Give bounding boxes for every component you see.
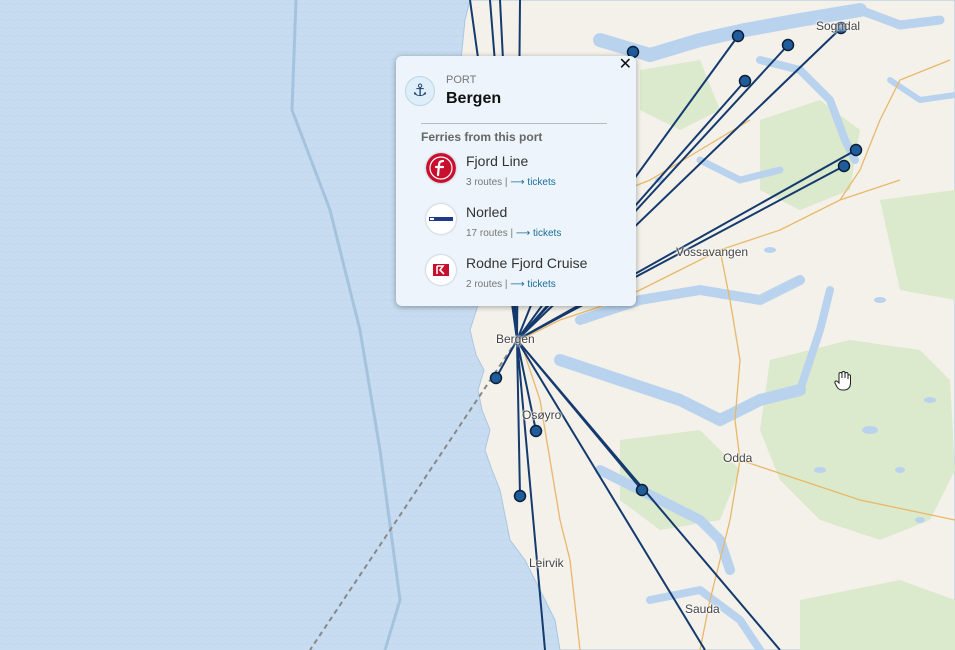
port-marker[interactable] bbox=[635, 483, 649, 497]
port-marker[interactable] bbox=[837, 159, 851, 173]
routes-count: 2 routes bbox=[466, 279, 503, 290]
port-marker[interactable] bbox=[489, 371, 503, 385]
popup-kind: PORT bbox=[446, 74, 477, 86]
operator-meta: 2 routes | ⟶ tickets bbox=[466, 279, 556, 290]
rodne-logo bbox=[426, 255, 456, 285]
port-marker[interactable] bbox=[781, 38, 795, 52]
tickets-link[interactable]: ⟶ tickets bbox=[516, 228, 561, 239]
place-label-sogndal: Sogndal bbox=[816, 19, 861, 33]
operator-name: Norled bbox=[466, 204, 508, 220]
tickets-link[interactable]: ⟶ tickets bbox=[510, 177, 555, 188]
place-label-leirvik: Leirvik bbox=[529, 556, 564, 570]
place-label-vossavangen: Vossavangen bbox=[676, 245, 749, 259]
port-marker[interactable] bbox=[731, 29, 745, 43]
operator-meta: 3 routes | ⟶ tickets bbox=[466, 177, 556, 188]
port-marker[interactable] bbox=[529, 424, 543, 438]
port-marker[interactable] bbox=[738, 74, 752, 88]
operator-meta: 17 routes | ⟶ tickets bbox=[466, 228, 562, 239]
place-label-bergen: Bergen bbox=[496, 332, 535, 346]
port-popup: ✕ ⚓ PORT Bergen Ferries from this port F… bbox=[396, 56, 636, 306]
divider bbox=[421, 123, 607, 124]
operator-name: Rodne Fjord Cruise bbox=[466, 255, 588, 271]
tickets-link[interactable]: ⟶ tickets bbox=[510, 279, 555, 290]
anchor-icon: ⚓ bbox=[405, 76, 435, 106]
operator-item-fjord-line[interactable]: Fjord Line 3 routes | ⟶ tickets bbox=[426, 153, 626, 197]
operator-item-norled[interactable]: Norled 17 routes | ⟶ tickets bbox=[426, 204, 626, 248]
operator-item-rodne-fjord-cruise[interactable]: Rodne Fjord Cruise 2 routes | ⟶ tickets bbox=[426, 255, 626, 299]
routes-count: 17 routes bbox=[466, 228, 508, 239]
norled-logo bbox=[426, 204, 456, 234]
ferries-title: Ferries from this port bbox=[421, 130, 543, 144]
fjord-line-logo bbox=[426, 153, 456, 183]
port-marker[interactable] bbox=[849, 143, 863, 157]
routes-count: 3 routes bbox=[466, 177, 503, 188]
place-label-sauda: Sauda bbox=[685, 602, 720, 616]
port-marker[interactable] bbox=[513, 489, 527, 503]
place-label-osoyro: Osøyro bbox=[522, 408, 562, 422]
operator-name: Fjord Line bbox=[466, 153, 529, 169]
close-icon[interactable]: ✕ bbox=[619, 56, 632, 74]
port-name: Bergen bbox=[446, 90, 502, 107]
place-label-odda: Odda bbox=[723, 451, 753, 465]
hand-cursor-icon bbox=[834, 370, 851, 391]
